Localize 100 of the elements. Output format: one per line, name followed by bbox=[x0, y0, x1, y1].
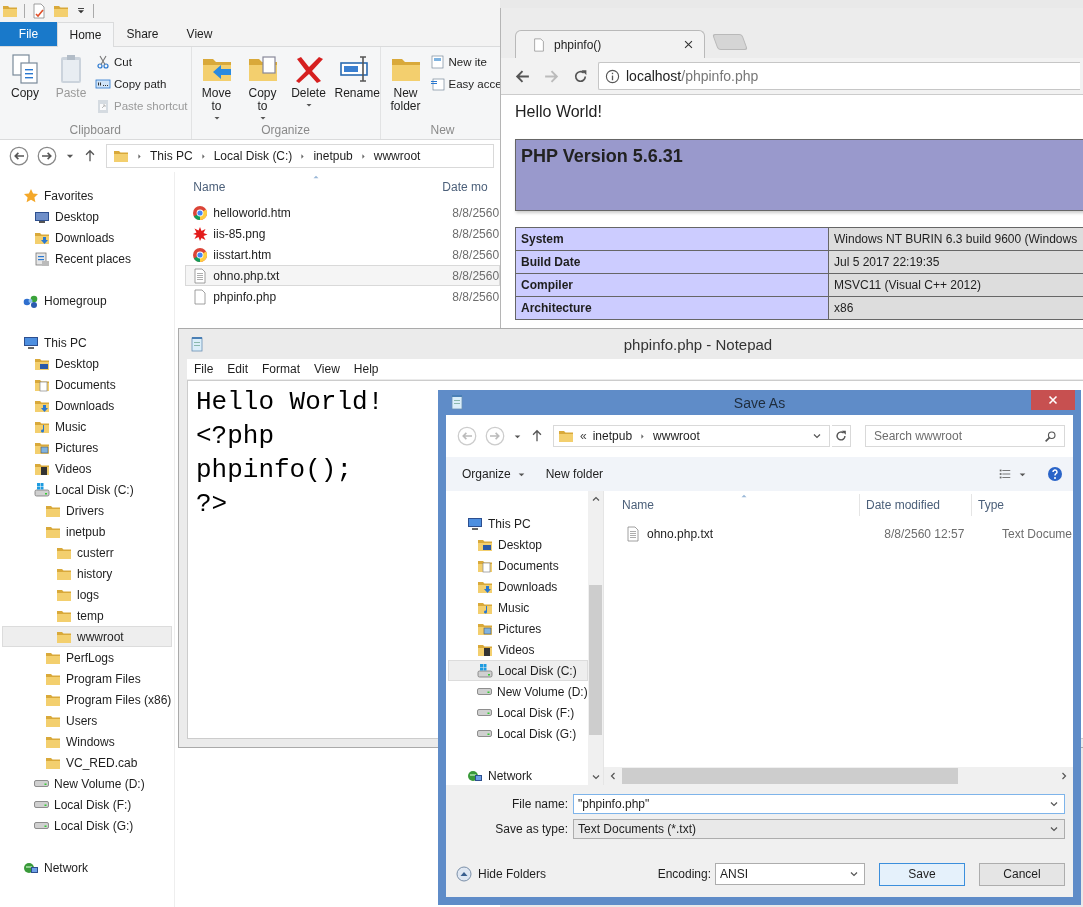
ribbon-command[interactable]: Delete bbox=[286, 51, 331, 123]
nav-item[interactable]: Local Disk (G:) bbox=[448, 723, 588, 744]
up-arrow-icon bbox=[83, 149, 97, 163]
ribbon-command[interactable]: Move to bbox=[194, 51, 239, 123]
scrollbar[interactable] bbox=[588, 491, 603, 785]
scrollbar-thumb[interactable] bbox=[589, 585, 602, 735]
ribbon-command[interactable]: Cut bbox=[95, 53, 188, 71]
toolbar-button[interactable]: Organize bbox=[462, 467, 526, 481]
refresh-button[interactable] bbox=[832, 425, 851, 447]
nav-item[interactable]: Desktop bbox=[448, 534, 588, 555]
toolbar-button[interactable]: New folder bbox=[545, 467, 604, 481]
file-row[interactable]: phpinfo.php 8/8/2560 bbox=[185, 286, 501, 307]
file-row[interactable]: helloworld.htm 8/8/2560 bbox=[185, 202, 501, 223]
close-button[interactable] bbox=[1031, 390, 1075, 410]
ribbon-command[interactable]: New folder bbox=[383, 51, 428, 123]
nav-item[interactable]: New Volume (D:) bbox=[2, 773, 173, 794]
nav-item[interactable]: Homegroup bbox=[2, 290, 173, 311]
help-button[interactable] bbox=[1047, 466, 1063, 482]
nav-item[interactable]: Desktop bbox=[2, 206, 173, 227]
ribbon-command[interactable]: Easy acce bbox=[429, 75, 502, 93]
menu-item[interactable]: Format bbox=[255, 362, 308, 376]
nav-item[interactable]: logs bbox=[2, 584, 173, 605]
file-row[interactable]: ohno.php.txt 8/8/2560 bbox=[185, 265, 501, 286]
nav-item[interactable]: Pictures bbox=[2, 437, 173, 458]
nav-item[interactable]: Favorites bbox=[2, 185, 173, 206]
hide-folders-button[interactable]: Hide Folders bbox=[456, 866, 547, 882]
nav-item[interactable]: Videos bbox=[2, 458, 173, 479]
nav-item[interactable]: Local Disk (C:) bbox=[448, 660, 588, 681]
nav-item[interactable]: Music bbox=[2, 416, 173, 437]
scrollbar[interactable] bbox=[604, 767, 1073, 785]
nav-item[interactable]: Downloads bbox=[448, 576, 588, 597]
nav-item[interactable]: Program Files (x86) bbox=[2, 689, 173, 710]
dialog-button[interactable]: Cancel bbox=[979, 862, 1065, 886]
breadcrumb-item[interactable]: inetpub bbox=[592, 429, 633, 443]
nav-item[interactable]: Local Disk (F:) bbox=[448, 702, 588, 723]
nav-item[interactable]: Windows bbox=[2, 731, 173, 752]
column-header[interactable]: Name bbox=[604, 494, 860, 516]
column-header[interactable]: Date mo bbox=[442, 180, 488, 194]
file-name-field[interactable]: "phpinfo.php" bbox=[573, 794, 1065, 814]
nav-item[interactable]: inetpub bbox=[2, 521, 173, 542]
nav-item[interactable]: Users bbox=[2, 710, 173, 731]
nav-item[interactable]: Network bbox=[448, 765, 588, 785]
breadcrumb-item[interactable]: wwwroot bbox=[373, 149, 421, 163]
nav-item[interactable]: Downloads bbox=[2, 227, 173, 248]
ribbon-command[interactable]: New ite bbox=[429, 53, 502, 71]
nav-item[interactable]: Drivers bbox=[2, 500, 173, 521]
nav-item[interactable]: VC_RED.cab bbox=[2, 752, 173, 773]
breadcrumb-item[interactable]: wwwroot bbox=[653, 429, 700, 443]
nav-item[interactable]: Local Disk (G:) bbox=[2, 815, 173, 836]
menu-item[interactable]: Edit bbox=[220, 362, 256, 376]
ribbon-command[interactable]: Copy to bbox=[240, 51, 285, 123]
scrollbar-thumb[interactable] bbox=[622, 768, 958, 784]
nav-item[interactable]: This PC bbox=[448, 513, 588, 534]
nav-item[interactable]: PerfLogs bbox=[2, 647, 173, 668]
nav-item[interactable]: Downloads bbox=[2, 395, 173, 416]
nav-item[interactable]: Pictures bbox=[448, 618, 588, 639]
nav-item[interactable]: Local Disk (C:) bbox=[2, 479, 173, 500]
address-bar[interactable]: localhost/phpinfo.php bbox=[598, 62, 1080, 90]
nav-item[interactable]: Recent places bbox=[2, 248, 173, 269]
encoding-dropdown[interactable]: ANSI bbox=[715, 863, 865, 885]
view-button[interactable] bbox=[998, 467, 1027, 481]
menu-item[interactable]: Help bbox=[346, 362, 386, 376]
column-header[interactable]: Type bbox=[972, 494, 1004, 516]
nav-item[interactable]: Music bbox=[448, 597, 588, 618]
browser-tab[interactable]: phpinfo() bbox=[515, 30, 705, 58]
menu-button[interactable]: File bbox=[0, 22, 57, 46]
breadcrumb-item[interactable]: This PC bbox=[150, 149, 193, 163]
nav-item[interactable]: This PC bbox=[2, 332, 173, 353]
nav-item[interactable]: Network bbox=[2, 857, 173, 878]
ribbon-command[interactable]: Copy bbox=[3, 51, 47, 123]
copy-icon bbox=[9, 53, 41, 85]
nav-item[interactable]: wwwroot bbox=[2, 626, 173, 647]
breadcrumb-item[interactable]: inetpub bbox=[313, 149, 353, 163]
ribbon-tab[interactable]: Home bbox=[57, 22, 114, 47]
address-bar[interactable]: This PC Local Disk (C:) inetpub wwwroot bbox=[106, 144, 494, 168]
column-header[interactable]: Name bbox=[185, 180, 443, 194]
file-row[interactable]: ohno.php.txt 8/8/2560 12:57 Text Docume bbox=[604, 522, 1073, 546]
nav-item[interactable]: Desktop bbox=[2, 353, 173, 374]
breadcrumb-item[interactable]: Local Disk (C:) bbox=[213, 149, 293, 163]
nav-item[interactable]: Videos bbox=[448, 639, 588, 660]
column-header[interactable]: Date modified bbox=[860, 494, 972, 516]
nav-item[interactable]: Documents bbox=[2, 374, 173, 395]
file-type-dropdown[interactable]: Text Documents (*.txt) bbox=[573, 819, 1065, 839]
menu-item[interactable]: View bbox=[307, 362, 347, 376]
dialog-button[interactable]: Save bbox=[879, 862, 965, 886]
file-row[interactable]: iis-85.png 8/8/2560 bbox=[185, 223, 501, 244]
address-bar[interactable]: « inetpub wwwroot bbox=[553, 425, 831, 447]
file-row[interactable]: iisstart.htm 8/8/2560 bbox=[185, 244, 501, 265]
nav-item[interactable]: New Volume (D:) bbox=[448, 681, 588, 702]
nav-item[interactable]: history bbox=[2, 563, 173, 584]
nav-item[interactable]: temp bbox=[2, 605, 173, 626]
nav-item[interactable]: Program Files bbox=[2, 668, 173, 689]
nav-item[interactable]: Local Disk (F:) bbox=[2, 794, 173, 815]
nav-item[interactable]: Documents bbox=[448, 555, 588, 576]
search-field[interactable]: Search wwwroot bbox=[865, 425, 1065, 447]
ribbon-command[interactable]: Copy path bbox=[95, 75, 188, 93]
nav-item[interactable]: custerr bbox=[2, 542, 173, 563]
ribbon-tab[interactable]: Share bbox=[114, 22, 171, 46]
menu-item[interactable]: File bbox=[187, 362, 221, 376]
ribbon-tab[interactable]: View bbox=[171, 22, 228, 46]
